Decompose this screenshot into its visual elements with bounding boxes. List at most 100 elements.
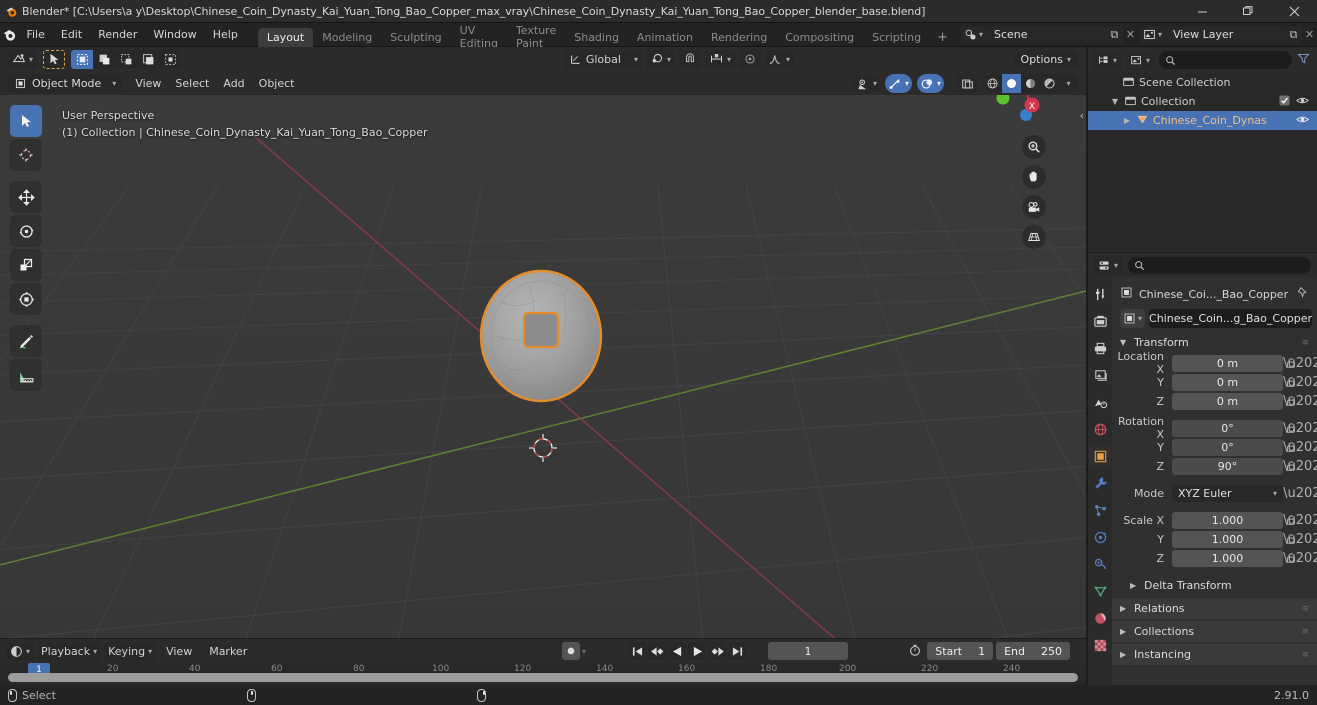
select-subtract-icon[interactable] [115,50,137,69]
expand-toggle[interactable]: ▼ [1110,97,1120,106]
falloff-curve-selector[interactable]: ▾ [764,49,794,69]
minimize-button[interactable] [1179,0,1225,23]
shading-options-chevron-icon[interactable]: ▾ [1059,74,1078,93]
xray-toggle[interactable] [957,74,978,93]
timeline-editor-type-icon[interactable]: ▾ [6,641,35,661]
location-x-input[interactable]: 0 m [1172,354,1283,372]
visibility-selector[interactable]: ▾ [852,74,880,93]
cursor-tool-icon[interactable] [10,139,42,171]
animate-property-dot[interactable]: \u2022 [1283,459,1317,474]
animate-property-dot[interactable]: \u2022 [1283,440,1317,455]
pin-icon[interactable] [1296,286,1309,302]
jump-start-icon[interactable] [628,642,646,660]
animate-property-dot[interactable]: \u2022 [1283,551,1317,566]
shading-material-preview-icon[interactable] [1021,74,1040,93]
rotation-x-input[interactable]: 0° [1172,419,1283,437]
menu-window[interactable]: Window [145,26,204,44]
timeline-menu-view[interactable]: View [159,642,199,660]
tab-uv-editing[interactable]: UV Editing [451,24,507,50]
outliner-row-collection[interactable]: ▼ Collection [1088,92,1317,111]
tab-modeling[interactable]: Modeling [313,28,381,47]
ortho-persp-icon[interactable] [1022,225,1046,249]
animate-property-dot[interactable]: \u2022 [1283,486,1317,501]
play-reverse-icon[interactable] [668,642,686,660]
rotation-mode-dropdown[interactable]: XYZ Euler ▾ [1172,484,1283,502]
rotation-z-input[interactable]: 90° [1172,457,1283,475]
tab-sculpting[interactable]: Sculpting [381,28,450,47]
new-scene-button[interactable]: ⧉ [1105,25,1123,44]
gizmo-toggle[interactable]: ▾ [884,74,912,93]
eye-icon[interactable] [1296,114,1309,128]
menu-help[interactable]: Help [205,26,246,44]
select-intersect-icon[interactable] [159,50,181,69]
tab-scripting[interactable]: Scripting [863,28,930,47]
play-icon[interactable] [688,642,706,660]
timeline-track[interactable]: 1 20 40 60 80 100 120 140 160 180 200 22… [0,663,1086,685]
jump-end-icon[interactable] [728,642,746,660]
current-frame-input[interactable]: 1 [768,642,848,660]
select-set-icon[interactable] [71,49,94,69]
outliner-row-scene-collection[interactable]: Scene Collection [1088,73,1317,92]
scale-tool-icon[interactable] [10,249,42,281]
location-y-input[interactable]: 0 m [1172,373,1283,391]
overlays-toggle[interactable]: ▾ [916,74,944,93]
tab-rendering[interactable]: Rendering [702,28,776,47]
viewport-menu-view[interactable]: View [128,74,168,92]
outliner-filter-icon[interactable] [1297,52,1312,68]
location-z-input[interactable]: 0 m [1172,392,1283,410]
tool-icon[interactable] [1089,283,1111,305]
timeline-editor[interactable]: ▾ Playback ▾ Keying ▾ View Marker ▾ 1 St… [0,639,1086,685]
output-icon[interactable] [1089,337,1111,359]
annotate-tool-icon[interactable] [10,325,42,357]
rotation-y-input[interactable]: 0° [1172,438,1283,456]
menu-edit[interactable]: Edit [53,26,90,44]
outliner-row-object[interactable]: ▶ Chinese_Coin_Dynas [1088,111,1317,130]
transform-tool-icon[interactable] [10,283,42,315]
move-tool-icon[interactable] [10,181,42,213]
remove-view-layer-button[interactable]: ✕ [1302,26,1317,44]
scene-browse-icon[interactable]: ▾ [960,25,986,44]
auto-keying-icon[interactable] [561,642,580,660]
viewport-menu-add[interactable]: Add [216,74,251,92]
shading-rendered-icon[interactable] [1040,74,1059,93]
properties-editor[interactable]: ▾ Chinese_Coi..._Bao_Copper ▾ Chinese_Co… [1088,253,1317,685]
object-name-input[interactable]: Chinese_Coin...g_Bao_Copper [1149,309,1313,328]
panel-instancing-header[interactable]: ▶ Instancing ≡ [1112,644,1317,665]
select-invert-icon[interactable] [137,50,159,69]
remove-scene-button[interactable]: ✕ [1123,26,1138,44]
view-layer-icon[interactable] [1089,364,1111,386]
outliner-editor[interactable]: ▾ ▾ Scene Collection ▼ Collection ▶ Chin… [1088,47,1317,252]
blender-menu-icon[interactable] [0,27,18,42]
panel-relations-header[interactable]: ▶ Relations ≡ [1112,598,1317,619]
snap-pivot-selector[interactable]: ▾ [645,49,675,69]
tab-layout[interactable]: Layout [257,27,314,47]
new-view-layer-button[interactable]: ⧉ [1285,25,1302,44]
constraints-icon[interactable] [1089,553,1111,575]
menu-file[interactable]: File [18,26,52,44]
timeline-menu-keying[interactable]: Keying ▾ [104,641,157,661]
end-frame-input[interactable]: End 250 [996,642,1070,660]
outliner-editor-type-icon[interactable]: ▾ [1093,50,1122,70]
render-icon[interactable] [1089,310,1111,332]
object-icon[interactable] [1089,445,1111,467]
modifier-icon[interactable] [1089,472,1111,494]
tab-shading[interactable]: Shading [565,28,628,47]
texture-icon[interactable] [1089,634,1111,656]
close-button[interactable] [1271,0,1317,23]
measure-tool-icon[interactable] [10,359,42,391]
scene-name-field[interactable]: Scene [985,25,1106,44]
add-workspace-button[interactable]: + [930,28,955,47]
view-layer-name-field[interactable]: View Layer [1165,25,1285,44]
animate-property-dot[interactable]: \u2022 [1283,356,1317,371]
viewport-sidebar-toggle-icon[interactable]: ‹ [1080,109,1084,122]
view-layer-browse-icon[interactable]: ▾ [1139,25,1165,44]
viewport-menu-select[interactable]: Select [168,74,216,92]
next-keyframe-icon[interactable] [708,642,726,660]
properties-editor-type-icon[interactable]: ▾ [1094,255,1123,275]
scene-icon[interactable] [1089,391,1111,413]
outliner-search-input[interactable] [1159,51,1292,69]
active-tool-indicator[interactable] [43,49,66,69]
shading-solid-icon[interactable] [1002,74,1021,93]
animate-property-dot[interactable]: \u2022 [1283,513,1317,528]
animate-property-dot[interactable]: \u2022 [1283,532,1317,547]
